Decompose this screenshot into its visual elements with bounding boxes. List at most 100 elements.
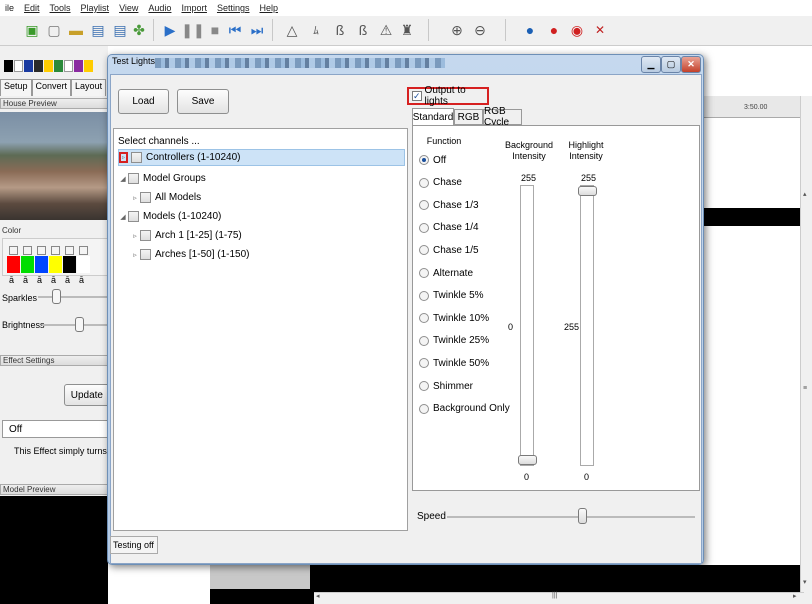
test-lights-icon[interactable]: ✕	[590, 20, 610, 40]
shimmer-icon[interactable]: ß	[330, 20, 350, 40]
radio-dot-icon[interactable]	[419, 155, 429, 165]
tab-rgb-cycle[interactable]: RGB Cycle	[483, 106, 522, 128]
color-lock-icon[interactable]: ā	[9, 275, 14, 285]
vertical-scrollbar[interactable]	[800, 96, 812, 604]
effect-dropdown[interactable]: Off	[2, 420, 108, 438]
color-lock-icon[interactable]: ā	[65, 275, 70, 285]
color-checkbox[interactable]	[65, 246, 74, 255]
color-swatch[interactable]	[63, 256, 76, 273]
color-lock-icon[interactable]: ā	[51, 275, 56, 285]
radio-dot-icon[interactable]	[419, 200, 429, 211]
function-radio-shimmer[interactable]: Shimmer	[419, 378, 473, 394]
stop-icon[interactable]: ■	[205, 20, 225, 40]
save-icon[interactable]: ▤	[88, 20, 108, 40]
minimize-button[interactable]: ▁	[641, 56, 661, 73]
function-radio-chase[interactable]: Chase	[419, 175, 462, 191]
color-swatch[interactable]	[49, 256, 62, 273]
menu-help[interactable]: Help	[260, 3, 279, 13]
tab-rgb[interactable]: RGB	[454, 109, 483, 125]
scroll-grip-h-icon[interactable]: |||	[552, 592, 557, 599]
fade-icon[interactable]: ⚠	[376, 20, 396, 40]
menu-audio[interactable]: Audio	[148, 3, 171, 13]
tab-standard[interactable]: Standard	[412, 108, 454, 126]
highlight-intensity-thumb[interactable]	[578, 186, 597, 196]
controllers-checkbox[interactable]	[131, 152, 142, 163]
function-radio-twinkle-10-[interactable]: Twinkle 10%	[419, 310, 489, 326]
function-radio-chase-1-3[interactable]: Chase 1/3	[419, 197, 479, 213]
all-models-checkbox[interactable]	[140, 192, 151, 203]
function-radio-twinkle-25-[interactable]: Twinkle 25%	[419, 333, 489, 349]
radio-dot-icon[interactable]	[419, 268, 429, 278]
scroll-down-icon[interactable]: ▾	[803, 578, 807, 586]
radio-dot-icon[interactable]	[419, 313, 429, 324]
ramp-icon[interactable]: △	[282, 20, 302, 40]
menu-settings[interactable]: Settings	[217, 3, 250, 13]
menu-edit[interactable]: Edit	[24, 3, 40, 13]
fast-forward-icon[interactable]: ⏭	[247, 20, 267, 40]
tab-layout[interactable]: Layout	[71, 79, 107, 96]
color-swatch[interactable]	[7, 256, 20, 273]
tree-row-model-groups[interactable]: ◢ Model Groups	[118, 170, 206, 187]
scroll-up-icon[interactable]: ▴	[803, 190, 807, 198]
pause-icon[interactable]: ❚❚	[181, 20, 204, 40]
tab-convert[interactable]: Convert	[31, 79, 72, 96]
color-lock-icon[interactable]: ā	[23, 275, 28, 285]
twinkle-icon[interactable]: ﾑ	[306, 20, 326, 40]
arch-1-checkbox[interactable]	[140, 230, 151, 241]
tree-row-all-models[interactable]: ▹ All Models	[130, 189, 201, 206]
function-radio-chase-1-5[interactable]: Chase 1/5	[419, 242, 479, 258]
menu-tools[interactable]: Tools	[50, 3, 71, 13]
expand-arrow-icon[interactable]: ▹	[119, 152, 128, 163]
radio-dot-icon[interactable]	[419, 335, 429, 346]
expand-arrow-icon[interactable]: ▹	[130, 194, 140, 202]
save-as-icon[interactable]: ▤	[110, 20, 130, 40]
rewind-icon[interactable]: ⏮	[225, 20, 245, 40]
tree-icon[interactable]: ♜	[397, 20, 417, 40]
radio-dot-icon[interactable]	[419, 290, 429, 301]
menu-playlist[interactable]: Playlist	[81, 3, 110, 13]
bars-icon[interactable]: ß	[353, 20, 373, 40]
record-icon[interactable]: ◉	[567, 20, 587, 40]
collapse-arrow-icon[interactable]: ◢	[118, 175, 128, 183]
zoom-out-icon[interactable]: ⊖	[470, 20, 490, 40]
stop-sign-icon[interactable]: ●	[544, 20, 564, 40]
models-checkbox[interactable]	[128, 211, 139, 222]
update-button[interactable]: Update	[64, 384, 108, 406]
scroll-left-icon[interactable]: ◂	[316, 592, 320, 600]
sparkles-thumb[interactable]	[52, 289, 61, 304]
info-icon[interactable]: ●	[520, 20, 540, 40]
highlight-intensity-slider[interactable]	[578, 185, 597, 466]
brightness-thumb[interactable]	[75, 317, 84, 332]
color-lock-icon[interactable]: ā	[79, 275, 84, 285]
menu-import[interactable]: Import	[181, 3, 207, 13]
horizontal-scrollbar[interactable]	[314, 592, 804, 604]
scroll-right-icon[interactable]: ▸	[793, 592, 797, 600]
color-checkbox[interactable]	[37, 246, 46, 255]
maximize-button[interactable]: ▢	[661, 56, 681, 73]
radio-dot-icon[interactable]	[419, 358, 429, 369]
open-folder-icon[interactable]: ▬	[66, 20, 86, 40]
color-checkbox[interactable]	[9, 246, 18, 255]
radio-dot-icon[interactable]	[419, 245, 429, 256]
new-file-icon[interactable]: ▢	[44, 20, 64, 40]
radio-dot-icon[interactable]	[419, 177, 429, 188]
radio-dot-icon[interactable]	[419, 222, 429, 233]
close-button[interactable]: ✕	[681, 56, 701, 73]
background-intensity-thumb[interactable]	[518, 455, 537, 465]
collapse-arrow-icon[interactable]: ◢	[118, 213, 128, 221]
scroll-grip-icon[interactable]: ≡	[803, 385, 807, 392]
function-radio-off[interactable]: Off	[419, 152, 446, 168]
color-checkbox[interactable]	[79, 246, 88, 255]
arches-checkbox[interactable]	[140, 249, 151, 260]
play-icon[interactable]: ▶	[160, 20, 180, 40]
radio-dot-icon[interactable]	[419, 381, 429, 391]
tree-row-arches[interactable]: ▹ Arches [1-50] (1-150)	[130, 246, 250, 263]
function-radio-chase-1-4[interactable]: Chase 1/4	[419, 220, 479, 236]
settings-puzzle-icon[interactable]: ✤	[129, 20, 149, 40]
load-button[interactable]: Load	[118, 89, 169, 114]
expand-arrow-icon[interactable]: ▹	[130, 232, 140, 240]
speed-thumb[interactable]	[578, 508, 588, 524]
function-radio-alternate[interactable]: Alternate	[419, 265, 473, 281]
color-checkbox[interactable]	[51, 246, 60, 255]
color-lock-icon[interactable]: ā	[37, 275, 42, 285]
